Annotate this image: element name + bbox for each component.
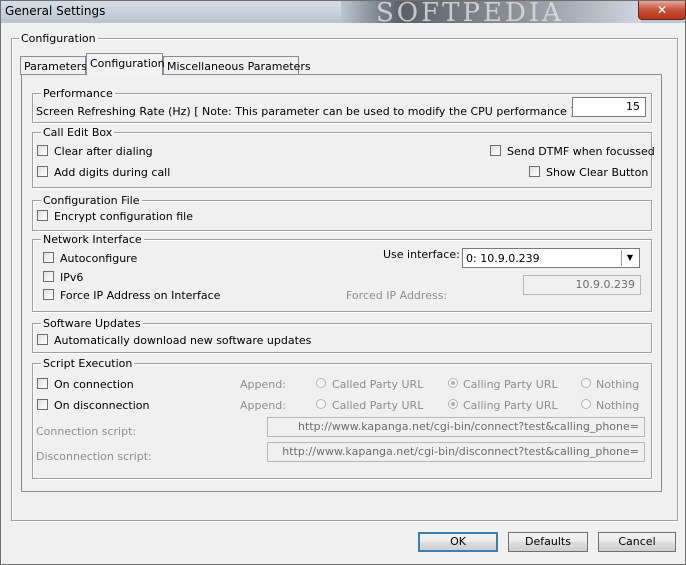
disconnection-calling-party-label: Calling Party URL — [463, 399, 558, 412]
add-digits-label: Add digits during call — [54, 166, 171, 179]
add-digits-checkbox[interactable] — [37, 166, 48, 177]
defaults-button[interactable]: Defaults — [508, 532, 588, 552]
autoconfigure-label: Autoconfigure — [60, 252, 138, 265]
force-ip-label: Force IP Address on Interface — [60, 289, 221, 302]
cancel-button[interactable]: Cancel — [598, 532, 676, 552]
disconnection-called-party-radio[interactable] — [316, 399, 326, 409]
encrypt-config-checkbox[interactable] — [37, 210, 48, 221]
network-interface-label: Network Interface — [41, 233, 144, 246]
settings-window: SOFTPEDIA General Settings ✕ Configurati… — [0, 0, 686, 565]
connection-script-label: Connection script: — [36, 425, 137, 438]
configuration-file-label: Configuration File — [41, 194, 142, 207]
tab-miscellaneous-parameters[interactable]: Miscellaneous Parameters — [163, 56, 311, 75]
clear-after-dialing-checkbox[interactable] — [37, 145, 48, 156]
disconnection-script-input[interactable]: http://www.kapanga.net/cgi-bin/disconnec… — [267, 442, 645, 462]
on-disconnection-label: On disconnection — [54, 399, 150, 412]
forced-ip-input[interactable]: 10.9.0.239 — [523, 275, 641, 295]
call-edit-box-label: Call Edit Box — [41, 126, 115, 139]
disconnection-nothing-radio[interactable] — [581, 399, 591, 409]
send-dtmf-label: Send DTMF when focussed — [507, 145, 655, 158]
interface-select-value: 0: 10.9.0.239 — [466, 252, 540, 265]
auto-download-label: Automatically download new software upda… — [54, 334, 312, 347]
on-disconnection-checkbox[interactable] — [37, 399, 48, 410]
close-button[interactable]: ✕ — [638, 1, 686, 20]
window-title: General Settings — [5, 4, 106, 18]
on-connection-label: On connection — [54, 378, 134, 391]
tab-label: Miscellaneous Parameters — [167, 60, 311, 73]
interface-select[interactable]: 0: 10.9.0.239 ▼ — [462, 248, 640, 268]
on-connection-checkbox[interactable] — [37, 378, 48, 389]
tab-label: Parameters — [24, 60, 87, 73]
disconnection-calling-party-radio[interactable] — [448, 399, 458, 409]
call-edit-box-group — [32, 132, 652, 188]
ok-button[interactable]: OK — [418, 532, 498, 552]
refresh-rate-input[interactable]: 15 — [572, 97, 646, 117]
forced-ip-label: Forced IP Address: — [346, 289, 448, 302]
connection-called-party-label: Called Party URL — [332, 378, 424, 391]
connection-calling-party-radio[interactable] — [448, 378, 458, 388]
send-dtmf-checkbox[interactable] — [490, 145, 501, 156]
show-clear-button-checkbox[interactable] — [529, 166, 540, 177]
ipv6-checkbox[interactable] — [43, 271, 54, 282]
disconnection-called-party-label: Called Party URL — [332, 399, 424, 412]
close-icon: ✕ — [656, 3, 668, 17]
show-clear-button-label: Show Clear Button — [546, 166, 649, 179]
watermark-text: SOFTPEDIA — [376, 0, 564, 28]
performance-label: Performance — [41, 87, 115, 100]
connection-calling-party-label: Calling Party URL — [463, 378, 558, 391]
autoconfigure-checkbox[interactable] — [43, 252, 54, 263]
watermark-banner: SOFTPEDIA — [341, 0, 641, 28]
append-label-disconnection: Append: — [240, 399, 286, 412]
connection-nothing-label: Nothing — [596, 378, 640, 391]
script-execution-label: Script Execution — [41, 357, 135, 370]
software-updates-label: Software Updates — [41, 317, 143, 330]
tab-parameters[interactable]: Parameters — [20, 56, 87, 75]
ipv6-label: IPv6 — [60, 271, 84, 284]
auto-download-checkbox[interactable] — [37, 334, 48, 345]
encrypt-config-label: Encrypt configuration file — [54, 210, 194, 223]
chevron-down-icon[interactable]: ▼ — [621, 250, 638, 266]
disconnection-script-label: Disconnection script: — [36, 450, 152, 463]
title-bar[interactable]: SOFTPEDIA General Settings ✕ — [1, 0, 686, 28]
force-ip-checkbox[interactable] — [43, 289, 54, 300]
tab-configuration[interactable]: Configuration — [86, 53, 165, 75]
disconnection-nothing-label: Nothing — [596, 399, 640, 412]
use-interface-label: Use interface: — [383, 248, 460, 261]
outer-group-label: Configuration — [19, 32, 98, 45]
connection-nothing-radio[interactable] — [581, 378, 591, 388]
tab-label: Configuration — [90, 57, 165, 70]
append-label-connection: Append: — [240, 378, 286, 391]
refresh-rate-label: Screen Refreshing Rate (Hz) [ Note: This… — [36, 105, 579, 118]
connection-called-party-radio[interactable] — [316, 378, 326, 388]
connection-script-input[interactable]: http://www.kapanga.net/cgi-bin/connect?t… — [267, 417, 645, 437]
clear-after-dialing-label: Clear after dialing — [54, 145, 153, 158]
